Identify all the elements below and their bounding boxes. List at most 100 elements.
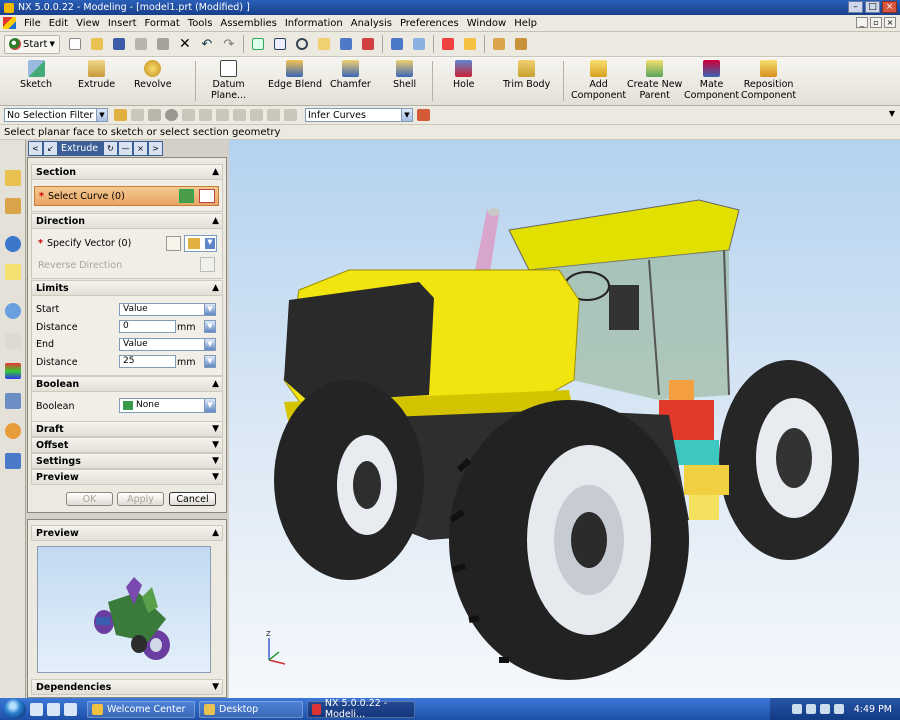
windows-start-button[interactable]	[4, 699, 26, 719]
redo-icon[interactable]: ↷	[220, 35, 238, 53]
apply-button[interactable]: Apply	[117, 492, 164, 506]
task-welcome-center[interactable]: Welcome Center	[87, 700, 195, 718]
arc-center-icon[interactable]	[267, 109, 280, 121]
save-icon[interactable]	[110, 35, 128, 53]
cancel-button[interactable]: Cancel	[169, 492, 216, 506]
intersection-icon[interactable]	[250, 109, 263, 121]
process-studio-icon[interactable]	[5, 393, 21, 409]
end-distance-options[interactable]: ▼	[204, 355, 216, 368]
delete-icon[interactable]: ✕	[176, 35, 194, 53]
selection-filter-dropdown[interactable]: No Selection Filter ▼	[4, 108, 108, 122]
menu-help[interactable]: Help	[510, 18, 541, 29]
draft-group-header[interactable]: Draft ▼	[31, 421, 223, 437]
start-distance-options[interactable]: ▼	[204, 320, 216, 333]
maximize-button[interactable]: □	[865, 1, 880, 13]
close-button[interactable]: ×	[882, 1, 897, 13]
start-menu-button[interactable]: Start ▼	[4, 34, 60, 54]
start-distance-input[interactable]: 0	[119, 320, 176, 333]
volume-icon[interactable]	[805, 704, 816, 714]
menu-insert[interactable]: Insert	[104, 18, 141, 29]
zoom-window-icon[interactable]	[271, 35, 289, 53]
assembly-navigator-icon[interactable]	[5, 170, 21, 186]
quick-pick-icon[interactable]	[182, 109, 195, 121]
paste-icon[interactable]	[154, 35, 172, 53]
boolean-group-header[interactable]: Boolean ▲	[31, 376, 223, 392]
task-desktop[interactable]: Desktop	[199, 700, 303, 718]
chevron-right-icon[interactable]: >	[149, 142, 162, 155]
settings-group-header[interactable]: Settings ▼	[31, 453, 223, 469]
menu-window[interactable]: Window	[463, 18, 510, 29]
eye-icon[interactable]	[165, 109, 178, 121]
endpoint-icon[interactable]	[199, 109, 212, 121]
direction-group-header[interactable]: Direction ▲	[31, 213, 223, 229]
collapse-icon[interactable]: —	[119, 142, 132, 155]
user-roles-icon[interactable]	[5, 423, 21, 439]
pan-icon[interactable]	[315, 35, 333, 53]
dependencies-group-header[interactable]: Dependencies ▼	[31, 679, 223, 695]
undo-icon[interactable]: ↶	[198, 35, 216, 53]
clock[interactable]: 4:49 PM	[854, 704, 892, 715]
preview-panel-header[interactable]: Preview ▲	[31, 525, 223, 541]
fit-view-icon[interactable]	[249, 35, 267, 53]
power-icon[interactable]	[833, 704, 844, 714]
menu-edit[interactable]: Edit	[45, 18, 72, 29]
curve-section-icon[interactable]	[199, 189, 215, 203]
reposition-component-button[interactable]: Reposition Component	[741, 60, 796, 101]
control-point-icon[interactable]	[233, 109, 246, 121]
menu-format[interactable]: Format	[141, 18, 184, 29]
help-icon[interactable]	[5, 264, 21, 280]
section-group-header[interactable]: Section ▲	[31, 164, 223, 180]
menu-analysis[interactable]: Analysis	[347, 18, 396, 29]
boolean-dropdown[interactable]: None ▼	[119, 398, 216, 413]
offset-group-header[interactable]: Offset ▼	[31, 437, 223, 453]
hole-button[interactable]: Hole	[453, 60, 474, 90]
task-nx[interactable]: NX 5.0.0.22 - Modeli...	[307, 698, 415, 720]
shaded-view-icon[interactable]	[388, 35, 406, 53]
minimize-button[interactable]: –	[848, 1, 863, 13]
specify-vector-step[interactable]: * Specify Vector (0)	[38, 238, 131, 249]
menu-assemblies[interactable]: Assemblies	[216, 18, 280, 29]
select-curve-step[interactable]: * Select Curve (0)	[34, 186, 219, 206]
render-style-icon[interactable]	[410, 35, 428, 53]
sketch-section-icon[interactable]	[179, 189, 194, 203]
network-icon[interactable]	[791, 704, 802, 714]
orient-view-icon[interactable]	[359, 35, 377, 53]
snap-icon[interactable]	[131, 109, 144, 121]
create-new-parent-button[interactable]: Create New Parent	[627, 60, 682, 101]
toolbar-overflow-icon[interactable]: ▼	[889, 109, 895, 118]
reset-icon[interactable]: ↻	[104, 142, 117, 155]
menu-file[interactable]: File	[20, 18, 45, 29]
web-browser-icon[interactable]	[5, 236, 21, 252]
extrude-dialog-titlebar[interactable]: < ↙ Extrude ↻ — × >	[28, 141, 163, 156]
add-component-button[interactable]: Add Component	[571, 60, 626, 101]
doc-minimize-button[interactable]: _	[856, 17, 868, 28]
wcs-icon[interactable]	[439, 35, 457, 53]
chamfer-button[interactable]: Chamfer	[330, 60, 371, 90]
palette-icon[interactable]	[5, 333, 21, 349]
end-limit-dropdown[interactable]: Value ▼	[119, 338, 216, 351]
measure-distance-icon[interactable]	[490, 35, 508, 53]
graphics-viewport[interactable]: Z	[229, 140, 900, 698]
roles-icon[interactable]	[5, 363, 21, 379]
end-distance-input[interactable]: 25	[119, 355, 176, 368]
reverse-direction-icon[interactable]	[200, 257, 215, 272]
midpoint-icon[interactable]	[216, 109, 229, 121]
preview-group-header[interactable]: Preview ▼	[31, 469, 223, 485]
ok-button[interactable]: OK	[66, 492, 113, 506]
menu-preferences[interactable]: Preferences	[396, 18, 463, 29]
copy-icon[interactable]	[132, 35, 150, 53]
doc-close-button[interactable]: ×	[884, 17, 896, 28]
select-feature-icon[interactable]	[148, 109, 161, 121]
limits-group-header[interactable]: Limits ▲	[31, 280, 223, 296]
edge-blend-button[interactable]: Edge Blend	[268, 60, 322, 90]
zoom-icon[interactable]	[293, 35, 311, 53]
show-desktop-icon[interactable]	[30, 702, 43, 716]
shell-button[interactable]: Shell	[393, 60, 416, 90]
document-icon[interactable]	[3, 17, 16, 29]
doc-restore-button[interactable]: ▫	[870, 17, 882, 28]
revolve-button[interactable]: Revolve	[134, 60, 172, 90]
vector-dialog-icon[interactable]	[166, 236, 181, 251]
menu-view[interactable]: View	[72, 18, 104, 29]
browser-quicklaunch-icon[interactable]	[64, 702, 77, 716]
sketch-button[interactable]: Sketch	[20, 60, 52, 90]
